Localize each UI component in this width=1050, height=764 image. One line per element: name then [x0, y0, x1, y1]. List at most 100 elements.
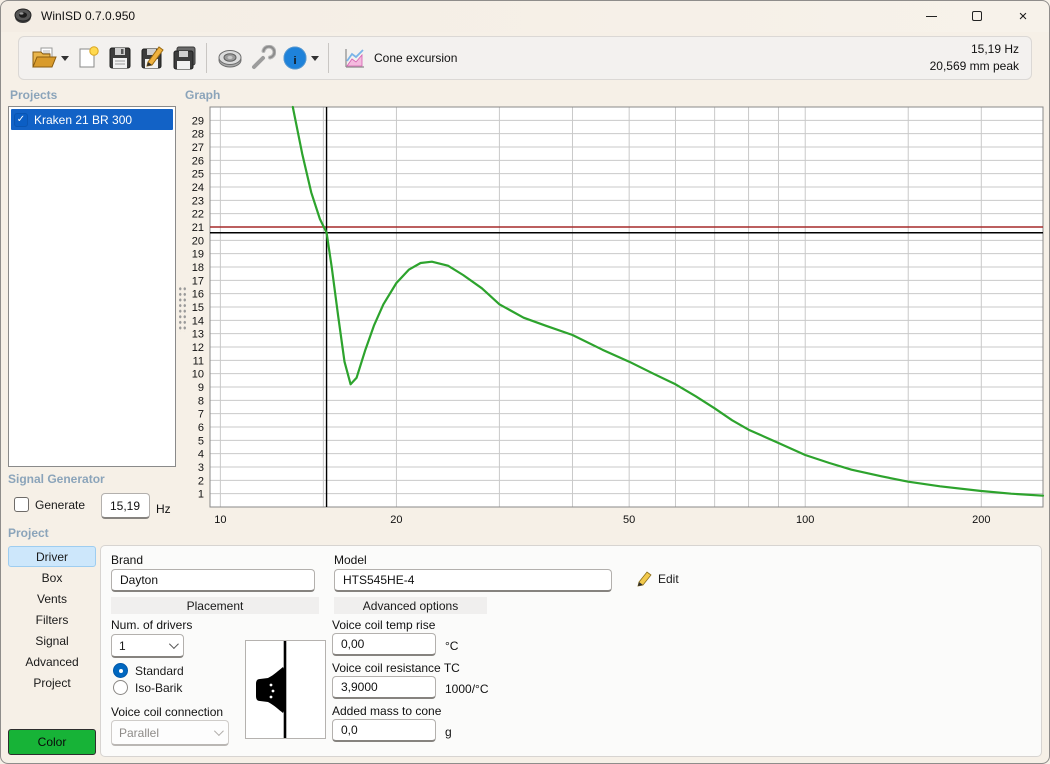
minimize-icon: [925, 15, 937, 17]
svg-text:21: 21: [192, 222, 204, 234]
options-button[interactable]: [247, 40, 279, 76]
maximize-icon: [972, 11, 982, 21]
added-mass-unit: g: [445, 725, 452, 739]
edit-driver-button[interactable]: Edit: [637, 571, 679, 587]
vc-temp-rise-label: Voice coil temp rise: [332, 618, 436, 632]
new-project-button[interactable]: [72, 40, 104, 76]
vc-resistance-tc-unit: 1000/°C: [445, 682, 489, 696]
vc-temp-rise-unit: °C: [445, 639, 459, 653]
generate-checkbox[interactable]: [14, 497, 29, 512]
toolbar-separator: [206, 43, 207, 73]
num-drivers-label: Num. of drivers: [111, 618, 193, 632]
generate-label: Generate: [35, 497, 86, 512]
excursion-chart-icon: [345, 49, 364, 68]
brand-input[interactable]: [111, 569, 315, 592]
tab-advanced[interactable]: Advanced: [8, 651, 96, 672]
info-icon: i: [283, 46, 307, 70]
svg-text:22: 22: [192, 209, 204, 221]
cursor-readout: 15,19 Hz 20,569 mm peak: [930, 41, 1019, 75]
num-drivers-select[interactable]: 1: [111, 634, 184, 658]
graph-area[interactable]: 1 2 3 4 5 6 7 8 9 10 11 12 13 14 15 16 17 18 19 20 21 22 23 24 2…: [185, 100, 1045, 526]
tab-vents[interactable]: Vents: [8, 588, 96, 609]
svg-text:200: 200: [972, 514, 990, 525]
tab-filters[interactable]: Filters: [8, 609, 96, 630]
info-button[interactable]: i: [279, 40, 322, 76]
radio-unselected-icon: [113, 680, 128, 695]
vc-temp-rise-input[interactable]: [332, 633, 436, 656]
svg-text:23: 23: [192, 195, 204, 207]
svg-text:20: 20: [192, 235, 204, 247]
readout-frequency: 15,19 Hz: [970, 42, 1019, 56]
driver-panel: Brand Model Edit Placement Advanced opti…: [100, 545, 1042, 757]
minimize-button[interactable]: [908, 0, 954, 32]
svg-text:5: 5: [198, 435, 204, 447]
svg-text:29: 29: [192, 115, 204, 127]
svg-text:14: 14: [192, 315, 204, 327]
signal-generator-header: Signal Generator: [8, 472, 105, 486]
save-button[interactable]: [104, 40, 136, 76]
svg-text:25: 25: [192, 169, 204, 181]
tab-box[interactable]: Box: [8, 567, 96, 588]
projects-list[interactable]: ✓ Kraken 21 BR 300: [8, 106, 176, 467]
driver-placement-diagram: [245, 640, 326, 739]
added-mass-input[interactable]: [332, 719, 436, 742]
subtab-placement[interactable]: Placement: [111, 597, 319, 614]
model-input[interactable]: [334, 569, 612, 592]
svg-text:20: 20: [390, 514, 402, 525]
svg-text:i: i: [293, 55, 296, 67]
close-button[interactable]: ×: [1000, 0, 1046, 32]
mounting-isobarik-option[interactable]: Iso-Barik: [113, 680, 182, 695]
save-all-button[interactable]: [168, 40, 200, 76]
subtab-advanced-options[interactable]: Advanced options: [334, 597, 487, 614]
window-title: WinISD 0.7.0.950: [41, 9, 136, 23]
driver-database-button[interactable]: [213, 40, 247, 76]
toolbar-separator-2: [328, 43, 329, 73]
svg-text:24: 24: [192, 182, 204, 194]
speaker-driver-icon: [218, 50, 242, 68]
svg-text:10: 10: [214, 514, 226, 525]
chevron-down-icon: [213, 726, 224, 737]
svg-text:7: 7: [198, 409, 204, 421]
svg-text:8: 8: [198, 395, 204, 407]
new-document-icon: [79, 46, 99, 68]
toolbar: i Cone excursion 15,19 Hz 20,569 mm peak: [18, 36, 1032, 80]
svg-text:18: 18: [192, 262, 204, 274]
project-checkbox-checked[interactable]: ✓: [14, 112, 28, 127]
color-button[interactable]: Color: [8, 729, 96, 755]
save-as-button[interactable]: [136, 40, 168, 76]
radio-selected-icon: [113, 663, 128, 678]
baffle-driver-drawing: [256, 641, 287, 738]
save-all-icon: [173, 46, 196, 70]
svg-text:26: 26: [192, 155, 204, 167]
open-dropdown-caret: [61, 55, 69, 61]
app-speaker-icon: [14, 8, 32, 23]
vc-connection-label: Voice coil connection: [111, 705, 224, 719]
maximize-button[interactable]: [954, 0, 1000, 32]
brand-label: Brand: [111, 553, 144, 567]
svg-text:16: 16: [192, 289, 204, 301]
svg-text:27: 27: [192, 142, 204, 154]
view-selector-button[interactable]: Cone excursion: [339, 40, 460, 76]
vc-resistance-tc-input[interactable]: [332, 676, 436, 699]
svg-text:12: 12: [192, 342, 204, 354]
frequency-unit-label: Hz: [156, 502, 171, 516]
excursion-chart[interactable]: 1234567891011121314151617181920212223242…: [185, 100, 1045, 526]
info-dropdown-caret: [311, 55, 319, 61]
tab-driver[interactable]: Driver: [8, 546, 96, 567]
svg-text:2: 2: [198, 475, 204, 487]
svg-text:15: 15: [192, 302, 204, 314]
frequency-input[interactable]: [101, 493, 150, 519]
edit-pencil-icon: [637, 571, 652, 587]
svg-text:28: 28: [192, 129, 204, 141]
tab-project[interactable]: Project: [8, 672, 96, 693]
chevron-down-icon: [168, 639, 179, 650]
tab-signal[interactable]: Signal: [8, 630, 96, 651]
open-project-button[interactable]: [27, 40, 72, 76]
svg-text:50: 50: [623, 514, 635, 525]
save-as-pencil-icon: [141, 46, 164, 69]
close-icon: ×: [1018, 7, 1028, 25]
mounting-standard-option[interactable]: Standard: [113, 663, 184, 678]
wrench-icon: [252, 45, 276, 69]
project-list-item[interactable]: ✓ Kraken 21 BR 300: [11, 109, 173, 130]
svg-text:3: 3: [198, 462, 204, 474]
